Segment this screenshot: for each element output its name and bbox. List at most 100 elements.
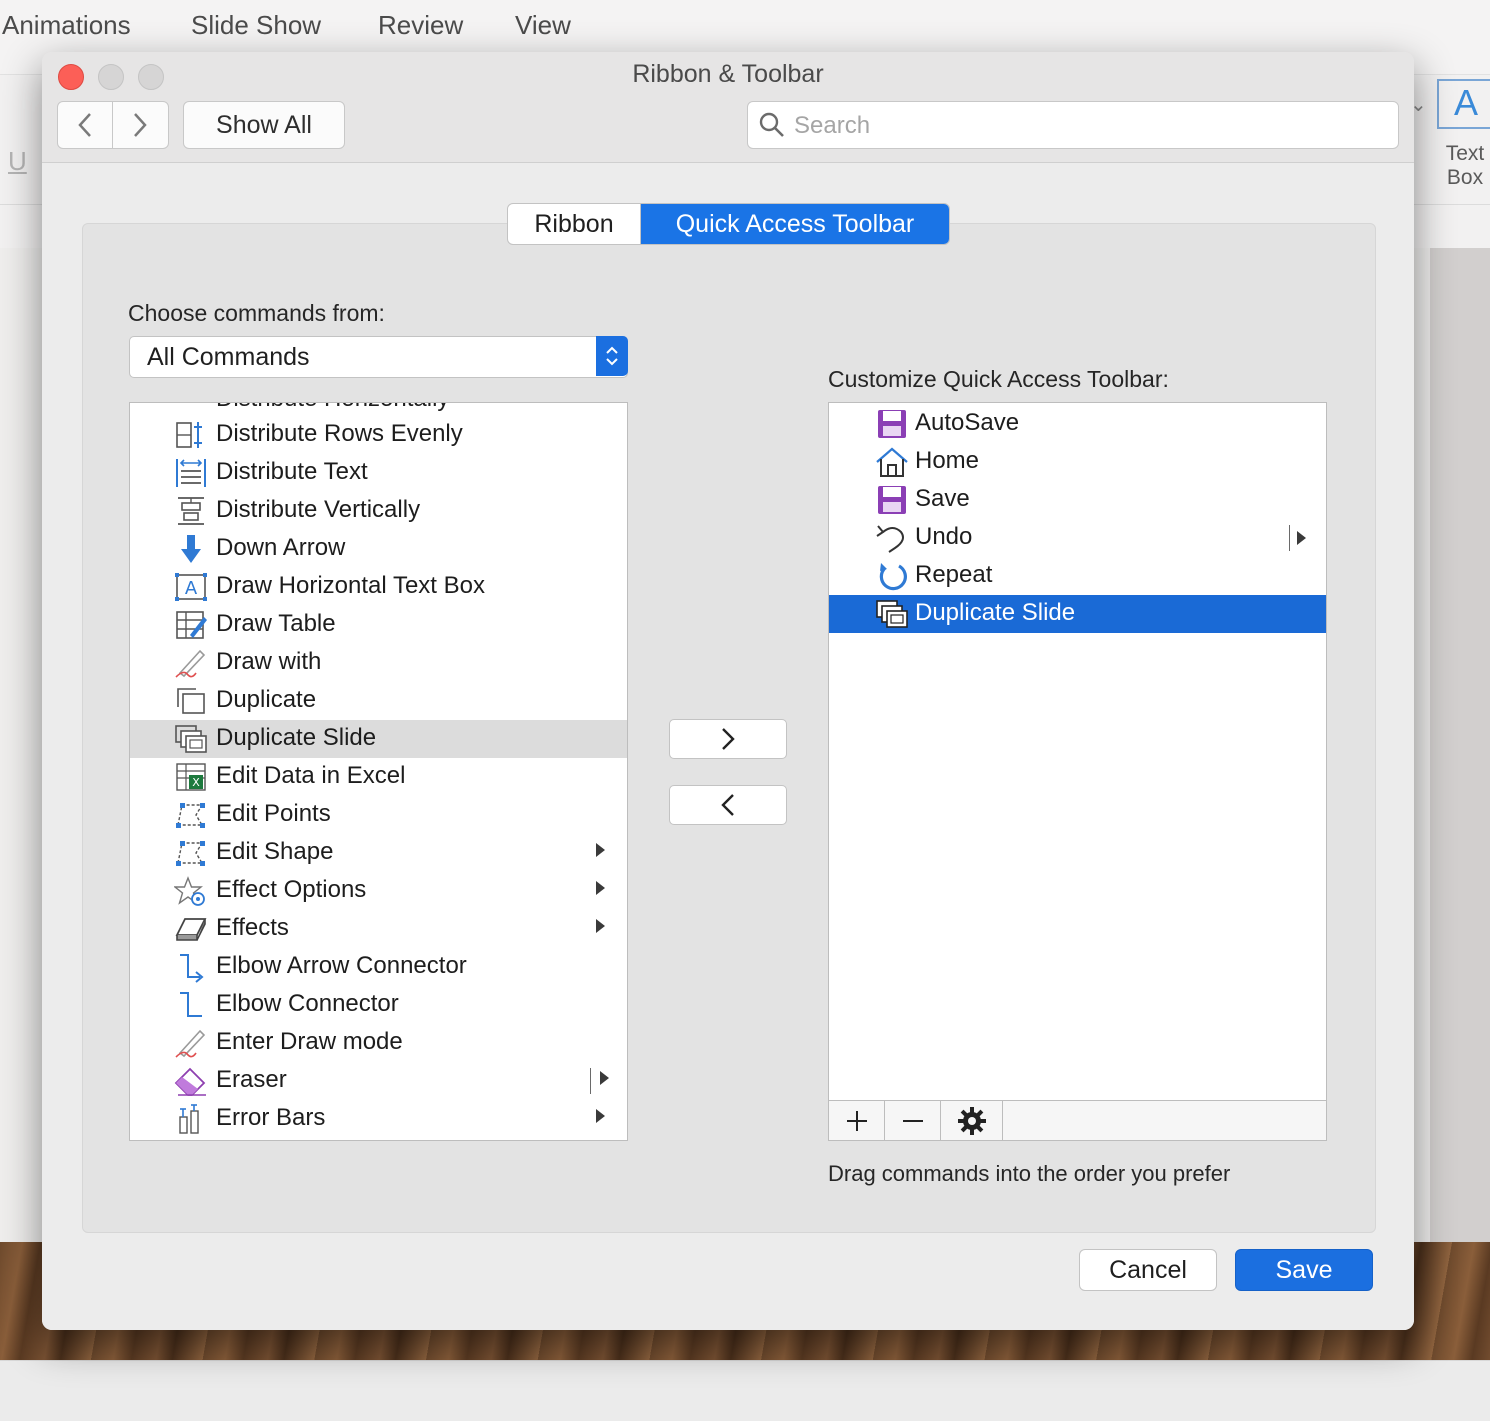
add-item-button[interactable]: [829, 1101, 885, 1140]
cancel-button[interactable]: Cancel: [1079, 1249, 1217, 1291]
list-item[interactable]: Distribute Rows Evenly: [130, 416, 627, 454]
list-item[interactable]: Home: [829, 443, 1326, 481]
text-box-label-line-1: Text: [1445, 142, 1485, 165]
submenu-arrow-icon[interactable]: [600, 1071, 609, 1085]
list-item-label: Elbow Connector: [216, 990, 399, 1017]
list-item-label: Effects: [216, 914, 289, 941]
forward-button[interactable]: [113, 102, 167, 148]
list-item-label: Enter Draw mode: [216, 1028, 403, 1055]
tab-quick-access-toolbar[interactable]: Quick Access Toolbar: [641, 204, 949, 244]
menu-view[interactable]: View: [515, 10, 571, 41]
search-icon: [759, 112, 784, 137]
tab-control: Ribbon Quick Access Toolbar: [507, 203, 950, 245]
plus-icon: [846, 1111, 867, 1131]
down-arrow-icon: [181, 535, 201, 563]
list-item[interactable]: Draw with: [130, 644, 627, 682]
split-divider: [590, 1068, 591, 1094]
list-item-label: Error Bars: [216, 1104, 326, 1131]
list-item[interactable]: Elbow Connector: [130, 986, 627, 1024]
tab-ribbon[interactable]: Ribbon: [508, 204, 641, 244]
select-stepper-icon[interactable]: [596, 336, 628, 376]
remove-command-button[interactable]: [669, 785, 787, 825]
list-item[interactable]: A Draw Horizontal Text Box: [130, 568, 627, 606]
search-field[interactable]: [747, 101, 1399, 149]
save-button[interactable]: Save: [1235, 1249, 1373, 1291]
list-item-label: Down Arrow: [216, 534, 346, 561]
available-commands-list[interactable]: Distribute Horizontally Distribute Rows …: [129, 402, 628, 1141]
list-item-label: Repeat: [915, 561, 993, 588]
svg-text:X: X: [192, 776, 200, 789]
list-item[interactable]: Edit Shape: [130, 834, 627, 872]
list-item-label: Edit Data in Excel: [216, 762, 406, 789]
submenu-arrow-icon[interactable]: [596, 843, 605, 857]
split-divider: [1289, 525, 1290, 551]
list-item[interactable]: Duplicate: [130, 682, 627, 720]
excel-icon: X: [176, 763, 206, 791]
list-item[interactable]: Distribute Text: [130, 454, 627, 492]
options-button[interactable]: [941, 1101, 1003, 1140]
list-item[interactable]: Elbow Arrow Connector: [130, 948, 627, 986]
menu-slide-show[interactable]: Slide Show: [191, 10, 321, 41]
list-item[interactable]: Save: [829, 481, 1326, 519]
list-item-label: Edit Shape: [216, 838, 334, 865]
list-item[interactable]: Edit Points: [130, 796, 627, 834]
submenu-arrow-icon[interactable]: [596, 881, 605, 895]
minus-icon: [902, 1120, 923, 1122]
submenu-arrow-icon[interactable]: [1297, 531, 1306, 545]
repeat-icon: [879, 563, 907, 591]
gear-icon: [957, 1107, 986, 1135]
eraser-icon: [174, 1067, 206, 1096]
list-item[interactable]: Draw Table: [130, 606, 627, 644]
elbow-arrow-icon: [180, 954, 204, 983]
undo-icon: [876, 525, 904, 553]
text-box-icon: A: [175, 573, 207, 601]
remove-item-button[interactable]: [885, 1101, 941, 1140]
chevron-right-icon: [722, 728, 735, 750]
list-item-selected[interactable]: Duplicate Slide: [829, 595, 1326, 633]
search-input[interactable]: [792, 108, 1386, 144]
menu-animations[interactable]: Animations: [2, 10, 131, 41]
list-item-label: Draw with: [216, 648, 322, 675]
underline-icon[interactable]: U: [8, 146, 27, 177]
list-item[interactable]: X Edit Data in Excel: [130, 758, 627, 796]
list-item-selected[interactable]: Duplicate Slide: [130, 720, 627, 758]
window-title: Ribbon & Toolbar: [632, 60, 824, 88]
dialog-body: Ribbon Quick Access Toolbar Choose comma…: [42, 163, 1414, 1330]
list-item[interactable]: Repeat: [829, 557, 1326, 595]
list-item-label: Duplicate Slide: [216, 724, 377, 751]
titlebar: Ribbon & Toolbar Show All: [42, 52, 1414, 163]
commands-source-select[interactable]: All Commands: [129, 336, 628, 378]
customize-qat-label: Customize Quick Access Toolbar:: [828, 366, 1169, 392]
list-item[interactable]: Error Bars: [130, 1100, 627, 1138]
back-button[interactable]: [58, 102, 113, 148]
menu-review[interactable]: Review: [378, 10, 463, 41]
elbow-connector-icon: [180, 992, 202, 1017]
draw-table-icon: [176, 611, 207, 639]
commands-source-value: All Commands: [147, 343, 310, 371]
duplicate-slide-icon: [175, 725, 207, 753]
list-item-label: Save: [915, 485, 970, 512]
list-item-label: Elbow Arrow Connector: [216, 952, 467, 979]
list-item[interactable]: AutoSave: [829, 405, 1326, 443]
text-box-ribbon-icon[interactable]: A: [1437, 79, 1490, 129]
list-item[interactable]: Effects: [130, 910, 627, 948]
text-box-ribbon-label: Text Box: [1438, 142, 1490, 190]
list-item[interactable]: Effect Options: [130, 872, 627, 910]
pen-icon: [175, 649, 206, 678]
chevron-right-icon: [134, 113, 147, 137]
list-item[interactable]: Down Arrow: [130, 530, 627, 568]
effect-options-icon: [174, 876, 205, 906]
show-all-button[interactable]: Show All: [183, 101, 345, 149]
list-item[interactable]: Enter Draw mode: [130, 1024, 627, 1062]
submenu-arrow-icon[interactable]: [596, 1109, 605, 1123]
list-item[interactable]: Undo: [829, 519, 1326, 557]
list-item-label: Distribute Rows Evenly: [216, 420, 463, 447]
add-command-button[interactable]: [669, 719, 787, 759]
quick-access-commands-list[interactable]: AutoSave Home Save Undo Repeat Duplicate…: [828, 402, 1327, 1141]
list-item[interactable]: Distribute Vertically: [130, 492, 627, 530]
list-item-label: Draw Horizontal Text Box: [216, 572, 485, 599]
list-item-label: Distribute Vertically: [216, 496, 421, 523]
submenu-arrow-icon[interactable]: [596, 919, 605, 933]
floppy-icon: [878, 410, 906, 438]
list-item[interactable]: Eraser: [130, 1062, 627, 1100]
